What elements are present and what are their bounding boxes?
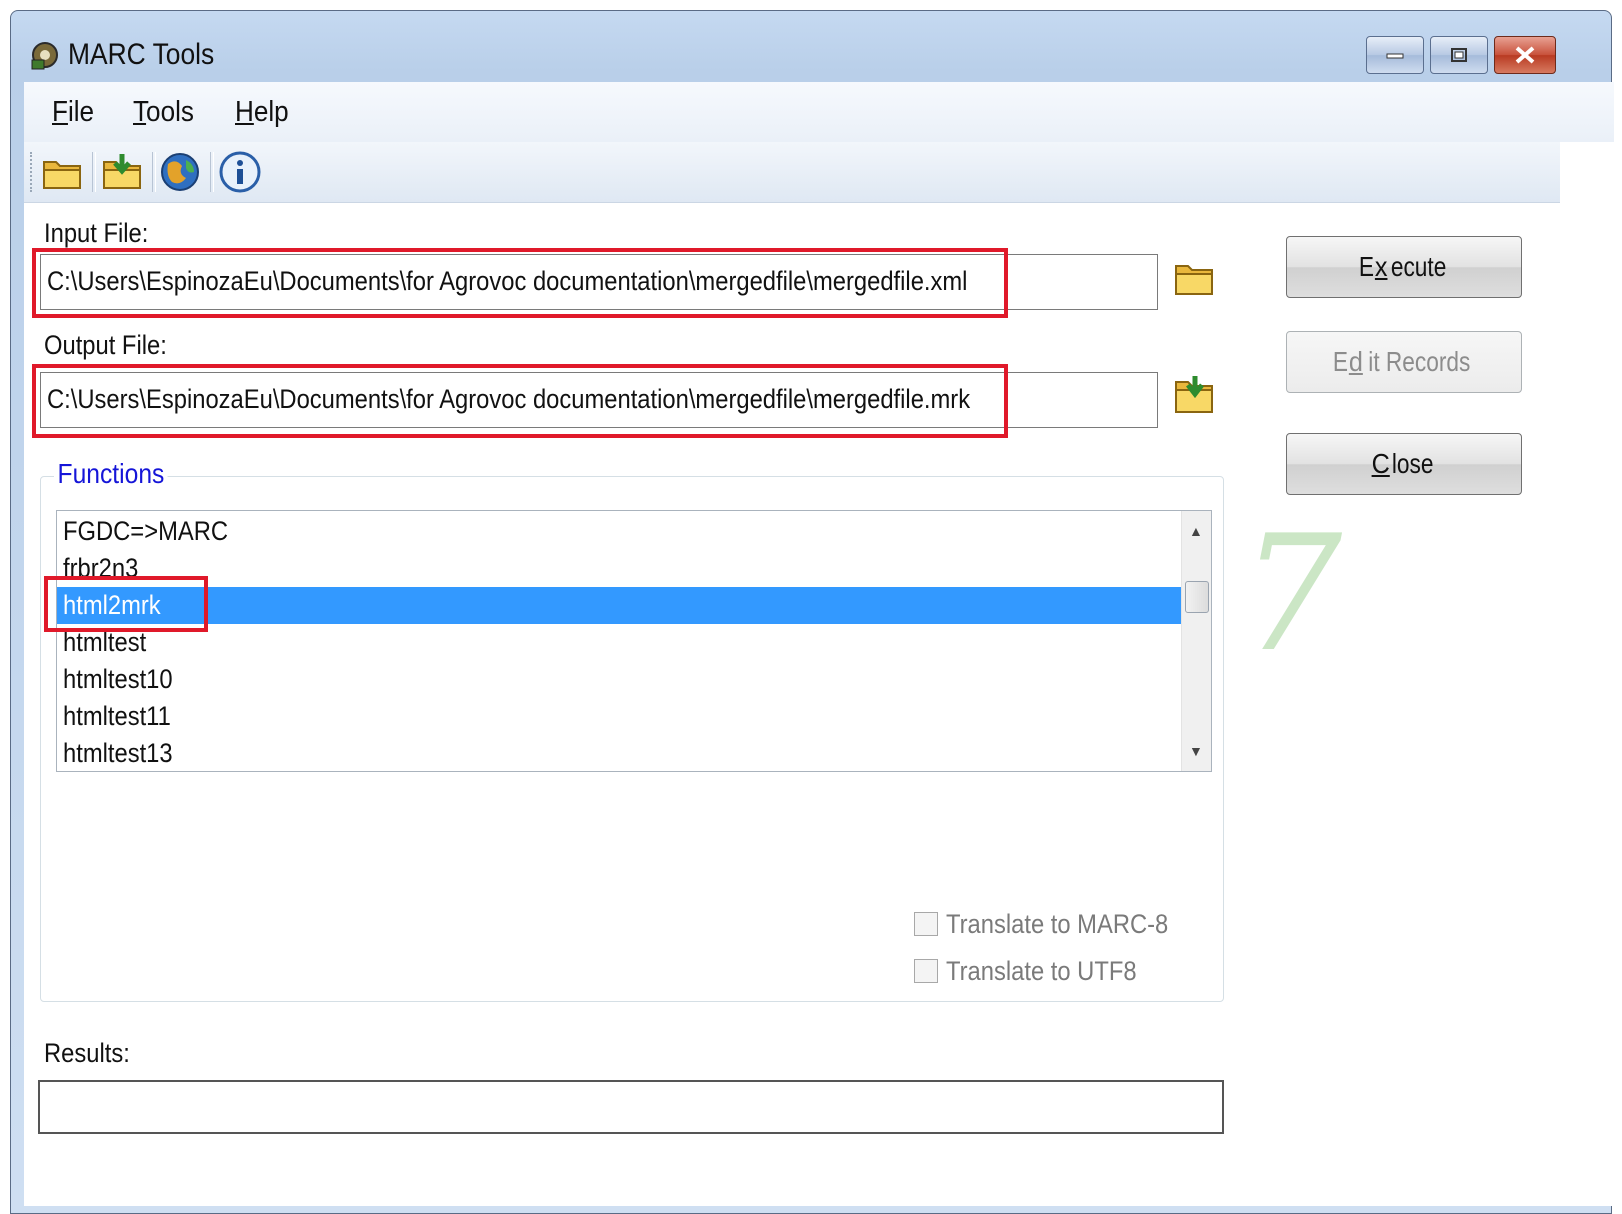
open-folder-icon[interactable] <box>40 150 84 194</box>
toolbar-grip[interactable] <box>30 152 36 192</box>
translate-utf8-option[interactable]: Translate to UTF8 <box>914 955 1163 987</box>
close-button-label: Close <box>1372 434 1436 494</box>
menu-file[interactable]: File <box>52 96 94 129</box>
translate-marc8-checkbox[interactable] <box>914 912 938 936</box>
list-item[interactable]: htmltest10 <box>57 661 1181 698</box>
list-item-label: htmltest13 <box>63 738 173 768</box>
list-item[interactable]: htmltest11 <box>57 698 1181 735</box>
edit-records-label-pre: E <box>1332 346 1348 377</box>
translate-utf8-label: Translate to UTF8 <box>946 955 1137 986</box>
highlight-input-box <box>32 248 1008 318</box>
output-browse-folder-icon[interactable] <box>1172 374 1218 416</box>
list-item[interactable]: htmltest <box>57 624 1181 661</box>
list-item[interactable]: htmltest13 <box>57 735 1181 771</box>
list-scrollbar[interactable]: ▲ ▼ <box>1181 511 1211 771</box>
output-file-label: Output File: <box>44 330 167 360</box>
scrollbar-thumb[interactable] <box>1185 581 1209 613</box>
list-item-label: htmltest11 <box>63 701 171 731</box>
scroll-up-arrow-icon[interactable]: ▲ <box>1189 523 1203 539</box>
execute-label-pre: E <box>1359 251 1375 282</box>
close-label-post: lose <box>1392 448 1434 479</box>
marcedit-globe-icon[interactable] <box>158 150 202 194</box>
edit-records-label-post: it Records <box>1368 346 1471 377</box>
list-item-label: htmltest10 <box>63 664 173 694</box>
results-label: Results: <box>44 1038 130 1068</box>
list-item-selected[interactable]: html2mrk <box>57 587 1181 624</box>
toolbar-separator <box>92 152 96 192</box>
edit-records-button-label: Ed it Records <box>1332 332 1476 392</box>
close-button[interactable]: Close <box>1286 433 1522 495</box>
menu-help[interactable]: Help <box>235 96 289 129</box>
edit-records-label-accel: d <box>1348 346 1363 377</box>
maximize-button[interactable] <box>1430 36 1488 74</box>
menu-file-label: ile <box>67 96 95 128</box>
close-icon <box>1515 46 1535 64</box>
execute-label-post: ecute <box>1390 251 1447 282</box>
window-title: MARC Tools <box>68 38 215 71</box>
menu-tools[interactable]: Tools <box>133 96 194 129</box>
menu-help-accel: H <box>235 96 254 128</box>
minimize-button[interactable] <box>1366 36 1424 74</box>
highlight-selected-function <box>44 576 208 632</box>
translate-marc8-option[interactable]: Translate to MARC-8 <box>914 908 1199 940</box>
results-field[interactable] <box>38 1080 1224 1134</box>
minimize-icon <box>1386 53 1404 59</box>
functions-group-title: Functions <box>54 458 168 490</box>
close-label-accel: C <box>1371 448 1390 479</box>
save-folder-icon[interactable] <box>100 150 144 194</box>
edit-records-button[interactable]: Ed it Records <box>1286 331 1522 393</box>
menu-tools-label: ools <box>146 96 194 128</box>
functions-listbox[interactable]: FGDC=>MARC frbr2n3 html2mrk htmltest htm… <box>56 510 1212 772</box>
input-browse-folder-icon[interactable] <box>1172 258 1218 300</box>
menu-help-label: elp <box>253 96 289 128</box>
toolbar-separator <box>152 152 156 192</box>
marc-tools-app-icon <box>31 42 58 70</box>
input-file-label: Input File: <box>44 218 149 248</box>
list-item[interactable]: frbr2n3 <box>57 550 1181 587</box>
execute-label-accel: x <box>1375 251 1388 282</box>
list-item-label: FGDC=>MARC <box>63 516 229 546</box>
scroll-down-arrow-icon[interactable]: ▼ <box>1189 743 1203 759</box>
toolbar-separator <box>210 152 214 192</box>
translate-marc8-label: Translate to MARC-8 <box>946 908 1169 939</box>
info-icon[interactable] <box>218 150 262 194</box>
list-item[interactable]: FGDC=>MARC <box>57 513 1181 550</box>
menu-tools-accel: T <box>133 96 147 128</box>
execute-button[interactable]: Ex ecute <box>1286 236 1522 298</box>
highlight-output-box <box>32 364 1008 438</box>
close-window-button[interactable] <box>1494 36 1556 74</box>
restore-icon <box>1451 48 1467 62</box>
menu-file-accel: F <box>52 96 68 128</box>
execute-button-label: Ex ecute <box>1358 237 1449 297</box>
translate-utf8-checkbox[interactable] <box>914 959 938 983</box>
